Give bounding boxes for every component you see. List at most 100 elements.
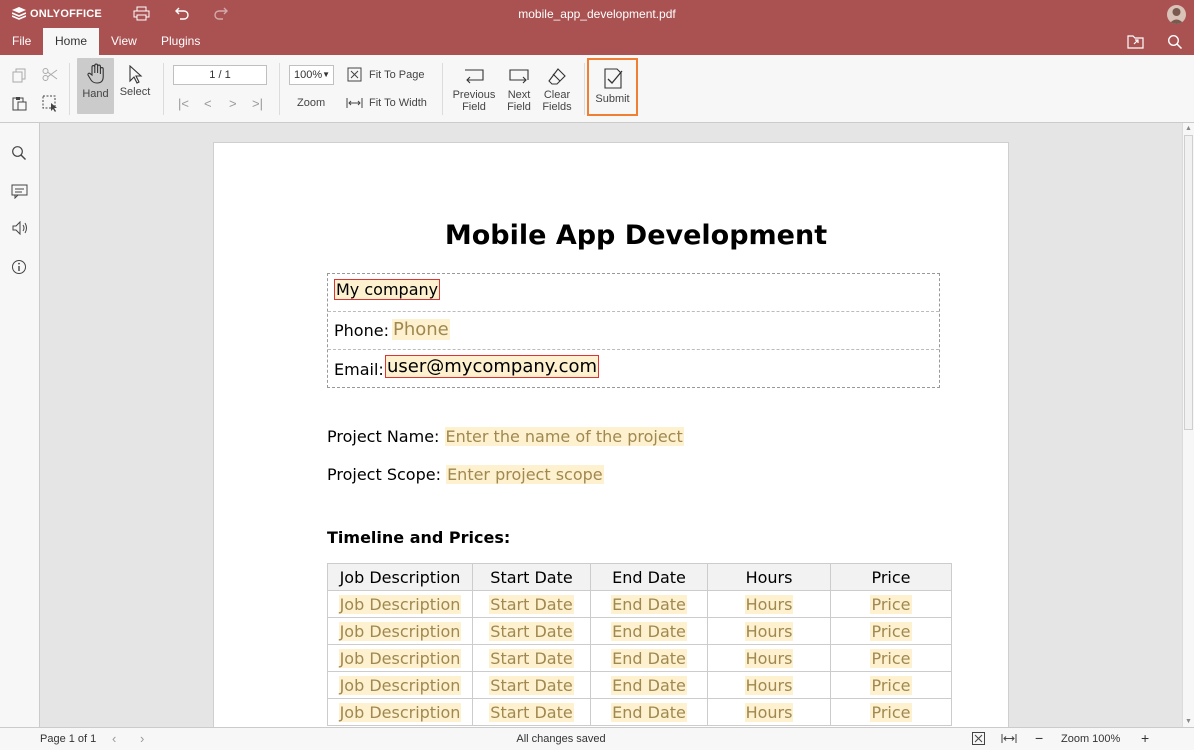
user-avatar[interactable]	[1167, 5, 1186, 24]
open-location-icon[interactable]	[1127, 34, 1145, 50]
clear-fields-button[interactable]: Clear Fields	[539, 58, 575, 114]
speaker-icon[interactable]	[11, 220, 29, 238]
paste-icon[interactable]	[12, 96, 27, 114]
zoom-select-value: 100%	[294, 69, 323, 81]
cut-icon[interactable]	[42, 68, 58, 85]
email-label: Email:	[334, 360, 384, 379]
submit-button[interactable]: Submit	[587, 58, 638, 116]
table-cell: Job Description	[327, 698, 473, 726]
job-description-field[interactable]: Job Description	[338, 648, 462, 668]
end-date-field[interactable]: End Date	[611, 648, 687, 668]
fit-to-width-icon[interactable]	[1001, 733, 1017, 747]
zoom-in-icon[interactable]: +	[1141, 730, 1149, 746]
company-field[interactable]: My company	[334, 279, 441, 300]
previous-field-icon	[465, 69, 484, 84]
table-cell: End Date	[590, 590, 708, 618]
next-page-icon[interactable]: >	[229, 96, 237, 111]
project-name-line: Project Name: Enter the name of the proj…	[327, 427, 684, 446]
job-description-field[interactable]: Job Description	[338, 594, 462, 614]
search-icon[interactable]	[11, 145, 29, 163]
zoom-out-icon[interactable]: −	[1035, 730, 1043, 746]
last-page-icon[interactable]: >|	[252, 96, 263, 111]
table-cell: Price	[830, 590, 952, 618]
zoom-level: Zoom 100%	[1061, 733, 1121, 745]
tab-view[interactable]: View	[99, 28, 149, 55]
hours-field[interactable]: Hours	[744, 702, 794, 722]
phone-field[interactable]: Phone	[392, 319, 450, 340]
table-cell: Job Description	[327, 644, 473, 672]
project-name-field[interactable]: Enter the name of the project	[444, 427, 684, 446]
price-field[interactable]: Price	[870, 648, 912, 668]
previous-field-button[interactable]: Previous Field	[451, 58, 497, 114]
fit-to-page-icon[interactable]	[972, 732, 985, 748]
start-date-field[interactable]: Start Date	[489, 621, 574, 641]
previous-page-icon[interactable]: <	[204, 96, 212, 111]
table-row: Job Description Start Date End Date Hour…	[327, 698, 952, 726]
price-field[interactable]: Price	[870, 594, 912, 614]
company-info-box: My company Phone: Phone Email: user@myco…	[327, 273, 940, 388]
hours-field[interactable]: Hours	[744, 648, 794, 668]
fit-to-page-button[interactable]: Fit To Page	[369, 69, 424, 81]
end-date-field[interactable]: End Date	[611, 675, 687, 695]
end-date-field[interactable]: End Date	[611, 621, 687, 641]
toolbar: Hand Select 1 / 1 |< < > >| 100% ▼ Zoom …	[0, 55, 1194, 123]
fit-to-width-icon[interactable]	[346, 97, 363, 112]
table-cell: Hours	[707, 617, 831, 645]
job-description-field[interactable]: Job Description	[338, 621, 462, 641]
select-tool-label: Select	[119, 86, 151, 98]
start-date-field[interactable]: Start Date	[489, 702, 574, 722]
table-row: Job Description Start Date End Date Hour…	[327, 671, 952, 699]
price-field[interactable]: Price	[870, 702, 912, 722]
tab-home[interactable]: Home	[43, 28, 99, 55]
hours-field[interactable]: Hours	[744, 675, 794, 695]
job-description-field[interactable]: Job Description	[338, 702, 462, 722]
next-field-label-1: Next	[507, 89, 531, 101]
next-field-button[interactable]: Next Field	[503, 58, 535, 114]
next-field-icon	[509, 69, 529, 84]
hours-field[interactable]: Hours	[744, 621, 794, 641]
hours-field[interactable]: Hours	[744, 594, 794, 614]
hand-tool-button[interactable]: Hand	[77, 58, 114, 114]
copy-icon[interactable]	[12, 68, 27, 86]
email-field[interactable]: user@mycompany.com	[385, 355, 600, 378]
select-tool-button[interactable]: Select	[116, 58, 154, 114]
table-cell: Price	[830, 671, 952, 699]
comments-icon[interactable]	[11, 183, 29, 201]
end-date-field[interactable]: End Date	[611, 702, 687, 722]
select-all-icon[interactable]	[42, 95, 59, 115]
start-date-field[interactable]: Start Date	[489, 594, 574, 614]
table-cell: Job Description	[327, 590, 473, 618]
project-scope-line: Project Scope: Enter project scope	[327, 465, 604, 484]
fit-to-width-button[interactable]: Fit To Width	[369, 97, 427, 109]
submit-label: Submit	[595, 93, 630, 105]
table-header-cell: Start Date	[472, 563, 591, 591]
job-description-field[interactable]: Job Description	[338, 675, 462, 695]
price-field[interactable]: Price	[870, 675, 912, 695]
first-page-icon[interactable]: |<	[178, 96, 189, 111]
info-icon[interactable]	[11, 259, 29, 277]
table-cell: End Date	[590, 617, 708, 645]
table-header-cell: End Date	[590, 563, 708, 591]
table-header-cell: Price	[830, 563, 952, 591]
tab-file[interactable]: File	[0, 28, 43, 55]
separator	[163, 63, 164, 115]
page-number-input[interactable]: 1 / 1	[173, 65, 267, 85]
scroll-up-icon[interactable]: ▲	[1185, 125, 1192, 132]
scroll-down-icon[interactable]: ▼	[1185, 718, 1192, 725]
table-row: Job Description Start Date End Date Hour…	[327, 617, 952, 645]
price-field[interactable]: Price	[870, 621, 912, 641]
separator	[279, 63, 280, 115]
search-icon[interactable]	[1167, 34, 1185, 50]
fit-to-page-icon[interactable]	[347, 67, 362, 85]
zoom-select[interactable]: 100% ▼	[289, 65, 334, 85]
timeline-heading: Timeline and Prices:	[327, 528, 511, 547]
scrollbar-thumb[interactable]	[1184, 135, 1193, 430]
tab-plugins[interactable]: Plugins	[149, 28, 212, 55]
clear-fields-label-1: Clear	[543, 89, 571, 101]
end-date-field[interactable]: End Date	[611, 594, 687, 614]
vertical-scrollbar[interactable]: ▲ ▼	[1182, 123, 1194, 727]
start-date-field[interactable]: Start Date	[489, 648, 574, 668]
start-date-field[interactable]: Start Date	[489, 675, 574, 695]
hand-icon	[86, 63, 104, 84]
project-scope-field[interactable]: Enter project scope	[446, 465, 604, 484]
